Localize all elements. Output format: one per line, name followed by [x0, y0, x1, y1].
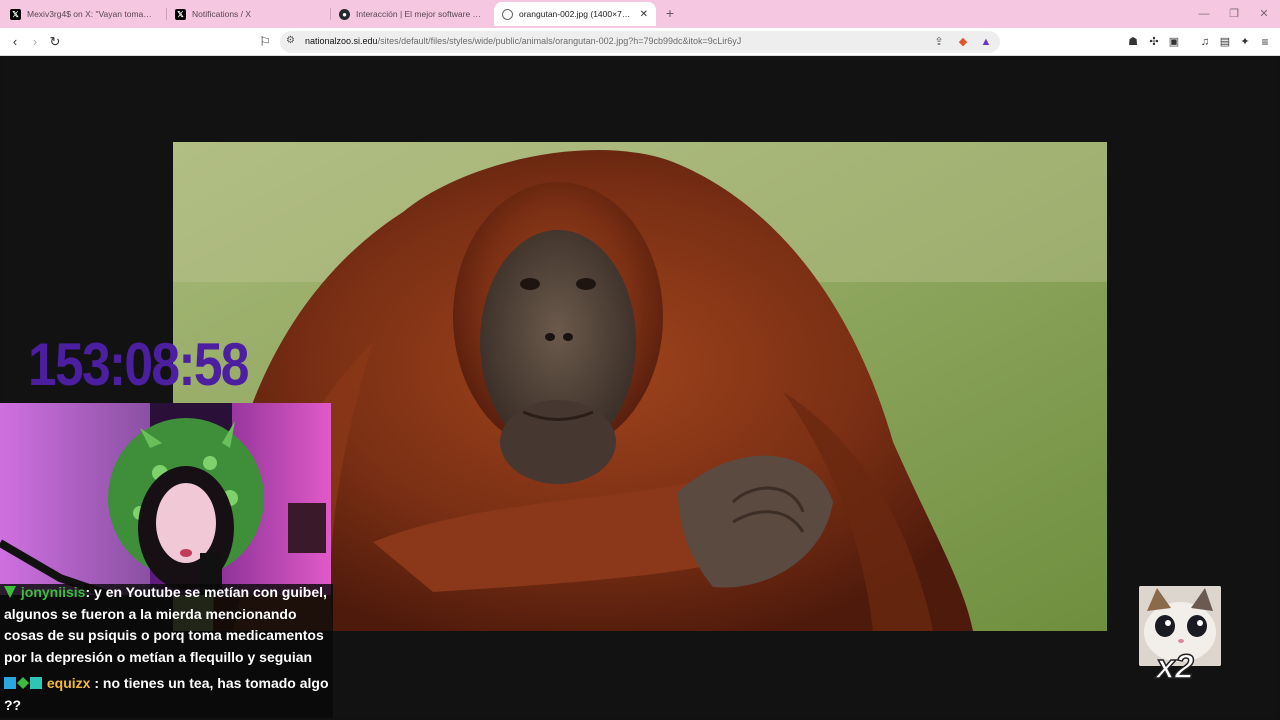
- menu-icon[interactable]: ≡: [1256, 33, 1274, 51]
- tab-mexiv-x-post[interactable]: 𝕏 Mexiv3rg4$ on X: "Vayan tomando n: [2, 0, 164, 28]
- stream-chat: jonyniisis: y en Youtube se metían con g…: [0, 584, 333, 718]
- tab-title: Notifications / X: [192, 9, 252, 19]
- address-bar[interactable]: ⚙ nationalzoo.si.edu/sites/default/files…: [280, 31, 1000, 53]
- restore-icon[interactable]: ❐: [1226, 6, 1242, 22]
- reload-icon[interactable]: ↻: [46, 33, 64, 51]
- chat-badge-icon: [30, 677, 42, 689]
- tab-interaccion[interactable]: ● Interacción | El mejor software para p: [331, 0, 493, 28]
- globe-icon: [502, 8, 513, 20]
- browser-toolbar: ‹ › ↻ ⚐ ⚙ nationalzoo.si.edu/sites/defau…: [0, 28, 1280, 56]
- emote-combo-count: x2: [1155, 647, 1194, 687]
- url-path: /sites/default/files/styles/wide/public/…: [377, 36, 742, 46]
- leo-ai-icon[interactable]: ☗: [1124, 33, 1142, 51]
- extensions-icon[interactable]: ✣: [1145, 33, 1163, 51]
- site-settings-icon[interactable]: ⚙: [286, 35, 295, 46]
- chat-badge-icon: [4, 677, 16, 689]
- share-icon[interactable]: ⇪: [932, 35, 946, 49]
- chat-message: equizx : no tienes un tea, has tomado al…: [4, 673, 330, 716]
- close-window-icon[interactable]: ✕: [1256, 6, 1272, 22]
- tab-strip: 𝕏 Mexiv3rg4$ on X: "Vayan tomando n 𝕏 No…: [0, 0, 1280, 28]
- url-text: nationalzoo.si.edu/sites/default/files/s…: [305, 36, 741, 46]
- tab-title: orangutan-002.jpg (1400×700): [519, 9, 634, 19]
- screenshot-icon[interactable]: ▣: [1165, 33, 1183, 51]
- url-domain: nationalzoo.si.edu: [305, 36, 378, 46]
- minimize-icon[interactable]: —: [1196, 6, 1212, 22]
- tab-title: Mexiv3rg4$ on X: "Vayan tomando n: [27, 9, 156, 19]
- chat-username: equizx: [46, 675, 91, 691]
- github-icon: ●: [339, 8, 350, 20]
- x-logo-icon: 𝕏: [10, 8, 21, 20]
- new-tab-button[interactable]: +: [662, 5, 678, 21]
- tab-notifications[interactable]: 𝕏 Notifications / X: [167, 0, 329, 28]
- wallet-icon[interactable]: ▤: [1216, 33, 1234, 51]
- close-tab-icon[interactable]: ✕: [640, 9, 648, 20]
- sparkle-icon[interactable]: ✦: [1236, 33, 1254, 51]
- back-icon[interactable]: ‹: [6, 33, 24, 51]
- chat-username: jonyniisis: [20, 584, 86, 600]
- bookmark-icon[interactable]: ⚐: [256, 33, 274, 51]
- streamer-webcam: [0, 403, 331, 595]
- forward-icon[interactable]: ›: [26, 33, 44, 51]
- tab-title: Interacción | El mejor software para p: [356, 9, 485, 19]
- brave-rewards-icon[interactable]: ▲: [979, 35, 993, 49]
- chat-badge-icon: [17, 677, 29, 689]
- webcam-feed: [0, 403, 331, 595]
- stream-timer: 153:08:58: [28, 331, 249, 398]
- tab-orangutan-image[interactable]: orangutan-002.jpg (1400×700) ✕: [494, 2, 656, 26]
- media-icon[interactable]: ♫: [1196, 33, 1214, 51]
- brave-shield-icon[interactable]: ◆: [956, 35, 970, 49]
- x-logo-icon: 𝕏: [175, 8, 186, 20]
- chat-message: jonyniisis: y en Youtube se metían con g…: [4, 582, 330, 668]
- chat-badge-icon: [4, 586, 16, 598]
